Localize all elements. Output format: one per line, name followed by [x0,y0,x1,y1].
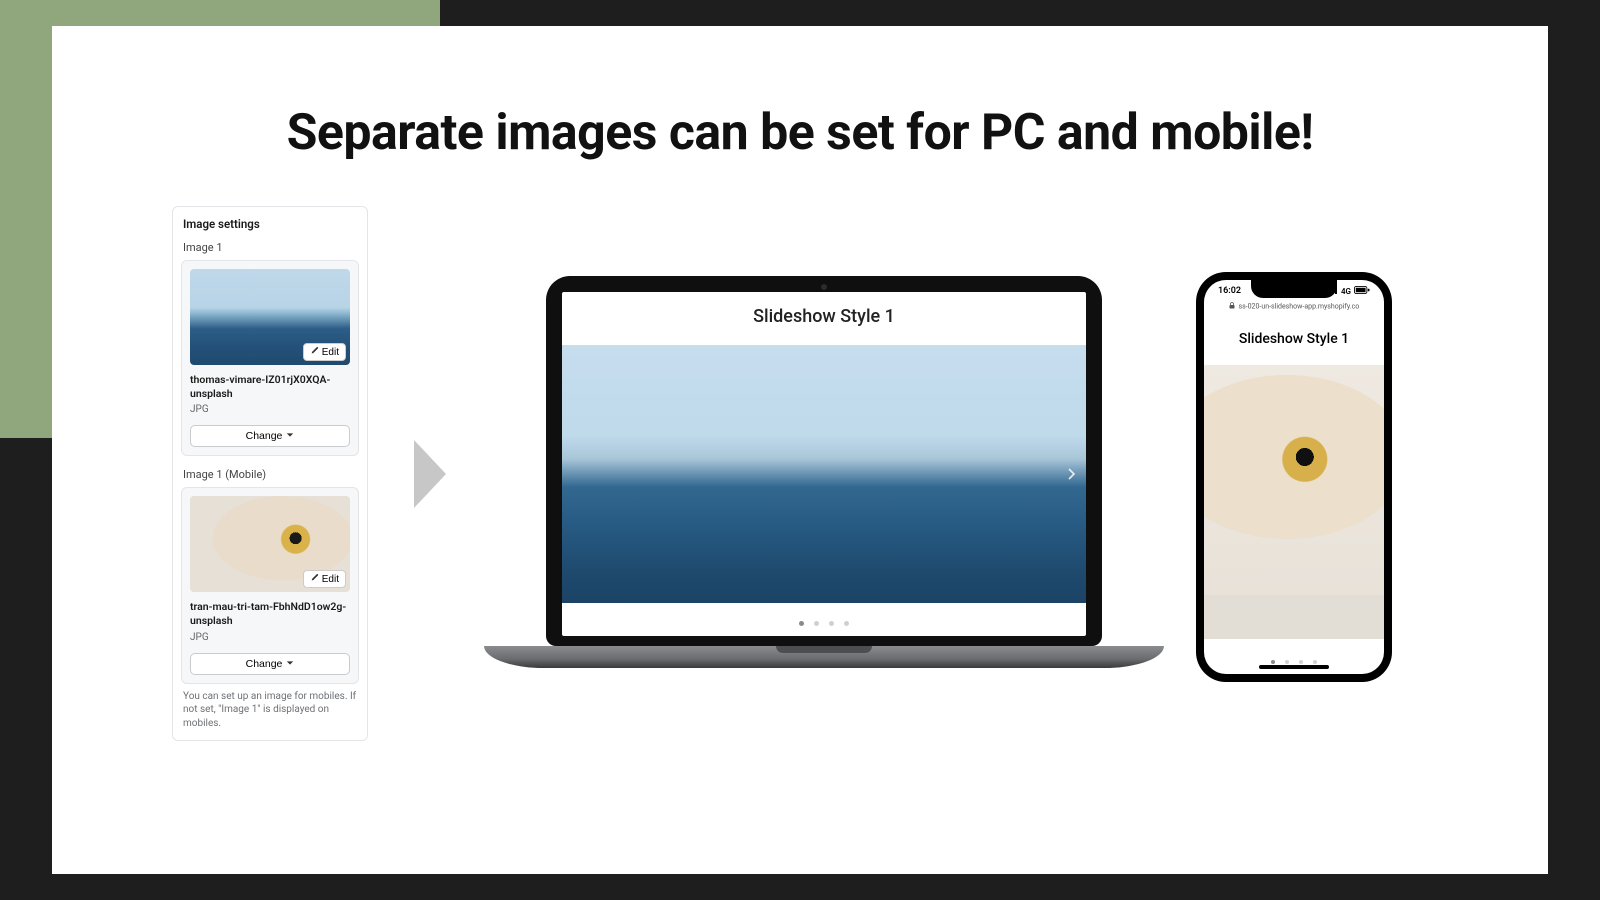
image1-mobile-label: Image 1 (Mobile) [181,466,359,487]
slideshow-next-button[interactable] [1062,465,1080,483]
battery-icon [1354,286,1370,297]
chevron-down-icon [286,430,294,442]
mobile-image-hint: You can set up an image for mobiles. If … [181,684,359,731]
dot-3[interactable] [829,621,834,626]
laptop-slide-dots[interactable] [562,603,1086,636]
phone-image-pad [1204,595,1384,639]
image1-card: Edit thomas-vimare-IZ01rjX0XQA-unsplash … [181,260,359,456]
phone-mockup: 16:02 4G ss-020-un-slideshow-app.myshopi… [1196,272,1392,682]
white-card: Separate images can be set for PC and mo… [52,26,1548,874]
image1-change-button[interactable]: Change [190,425,350,447]
laptop-slideshow-title: Slideshow Style 1 [562,292,1086,345]
home-indicator[interactable] [1259,665,1329,669]
edit-label: Edit [322,347,339,358]
phone-notch [1251,280,1337,298]
settings-title: Image settings [181,215,359,239]
dot-1[interactable] [1271,660,1275,664]
image1-mobile-change-button[interactable]: Change [190,653,350,675]
phone-slide-image [1204,365,1384,595]
laptop-slide-image [562,345,1086,603]
change-label: Change [246,430,283,442]
image1-thumbnail[interactable]: Edit [190,269,350,365]
laptop-screen: Slideshow Style 1 [562,292,1086,636]
dot-2[interactable] [1285,660,1289,664]
lock-icon [1229,302,1235,311]
headline: Separate images can be set for PC and mo… [52,104,1548,162]
phone-url-bar[interactable]: ss-020-un-slideshow-app.myshopify.co [1204,300,1384,315]
image-settings-panel: Image settings Image 1 Edit thomas-vimar… [172,206,368,741]
dot-4[interactable] [1313,660,1317,664]
laptop-mockup: Slideshow Style 1 [484,276,1164,668]
phone-url-text: ss-020-un-slideshow-app.myshopify.co [1238,302,1359,310]
chevron-down-icon [286,658,294,670]
phone-screen: 16:02 4G ss-020-un-slideshow-app.myshopi… [1204,280,1384,674]
dot-2[interactable] [814,621,819,626]
image1-mobile-filetype: JPG [190,632,350,643]
laptop-camera-icon [821,284,827,290]
image1-mobile-thumbnail[interactable]: Edit [190,496,350,592]
pencil-icon [310,346,319,358]
promo-slide: Separate images can be set for PC and mo… [0,0,1600,900]
change-label: Change [246,658,283,670]
pencil-icon [310,573,319,585]
image1-filename: thomas-vimare-IZ01rjX0XQA-unsplash [190,373,350,400]
image1-mobile-card: Edit tran-mau-tri-tam-FbhNdD1ow2g-unspla… [181,487,359,683]
image1-edit-button[interactable]: Edit [303,343,346,361]
network-label: 4G [1341,287,1351,296]
dot-4[interactable] [844,621,849,626]
laptop-body: Slideshow Style 1 [546,276,1102,646]
image1-filetype: JPG [190,404,350,415]
phone-slideshow-title: Slideshow Style 1 [1204,315,1384,365]
image1-mobile-filename: tran-mau-tri-tam-FbhNdD1ow2g-unsplash [190,600,350,627]
arrow-right-icon [414,440,446,508]
image1-label: Image 1 [181,239,359,260]
image1-mobile-edit-button[interactable]: Edit [303,570,346,588]
phone-time: 16:02 [1218,286,1241,296]
edit-label: Edit [322,574,339,585]
dot-3[interactable] [1299,660,1303,664]
laptop-base [484,646,1164,668]
laptop-hinge-notch [776,646,872,653]
dot-1[interactable] [799,621,804,626]
